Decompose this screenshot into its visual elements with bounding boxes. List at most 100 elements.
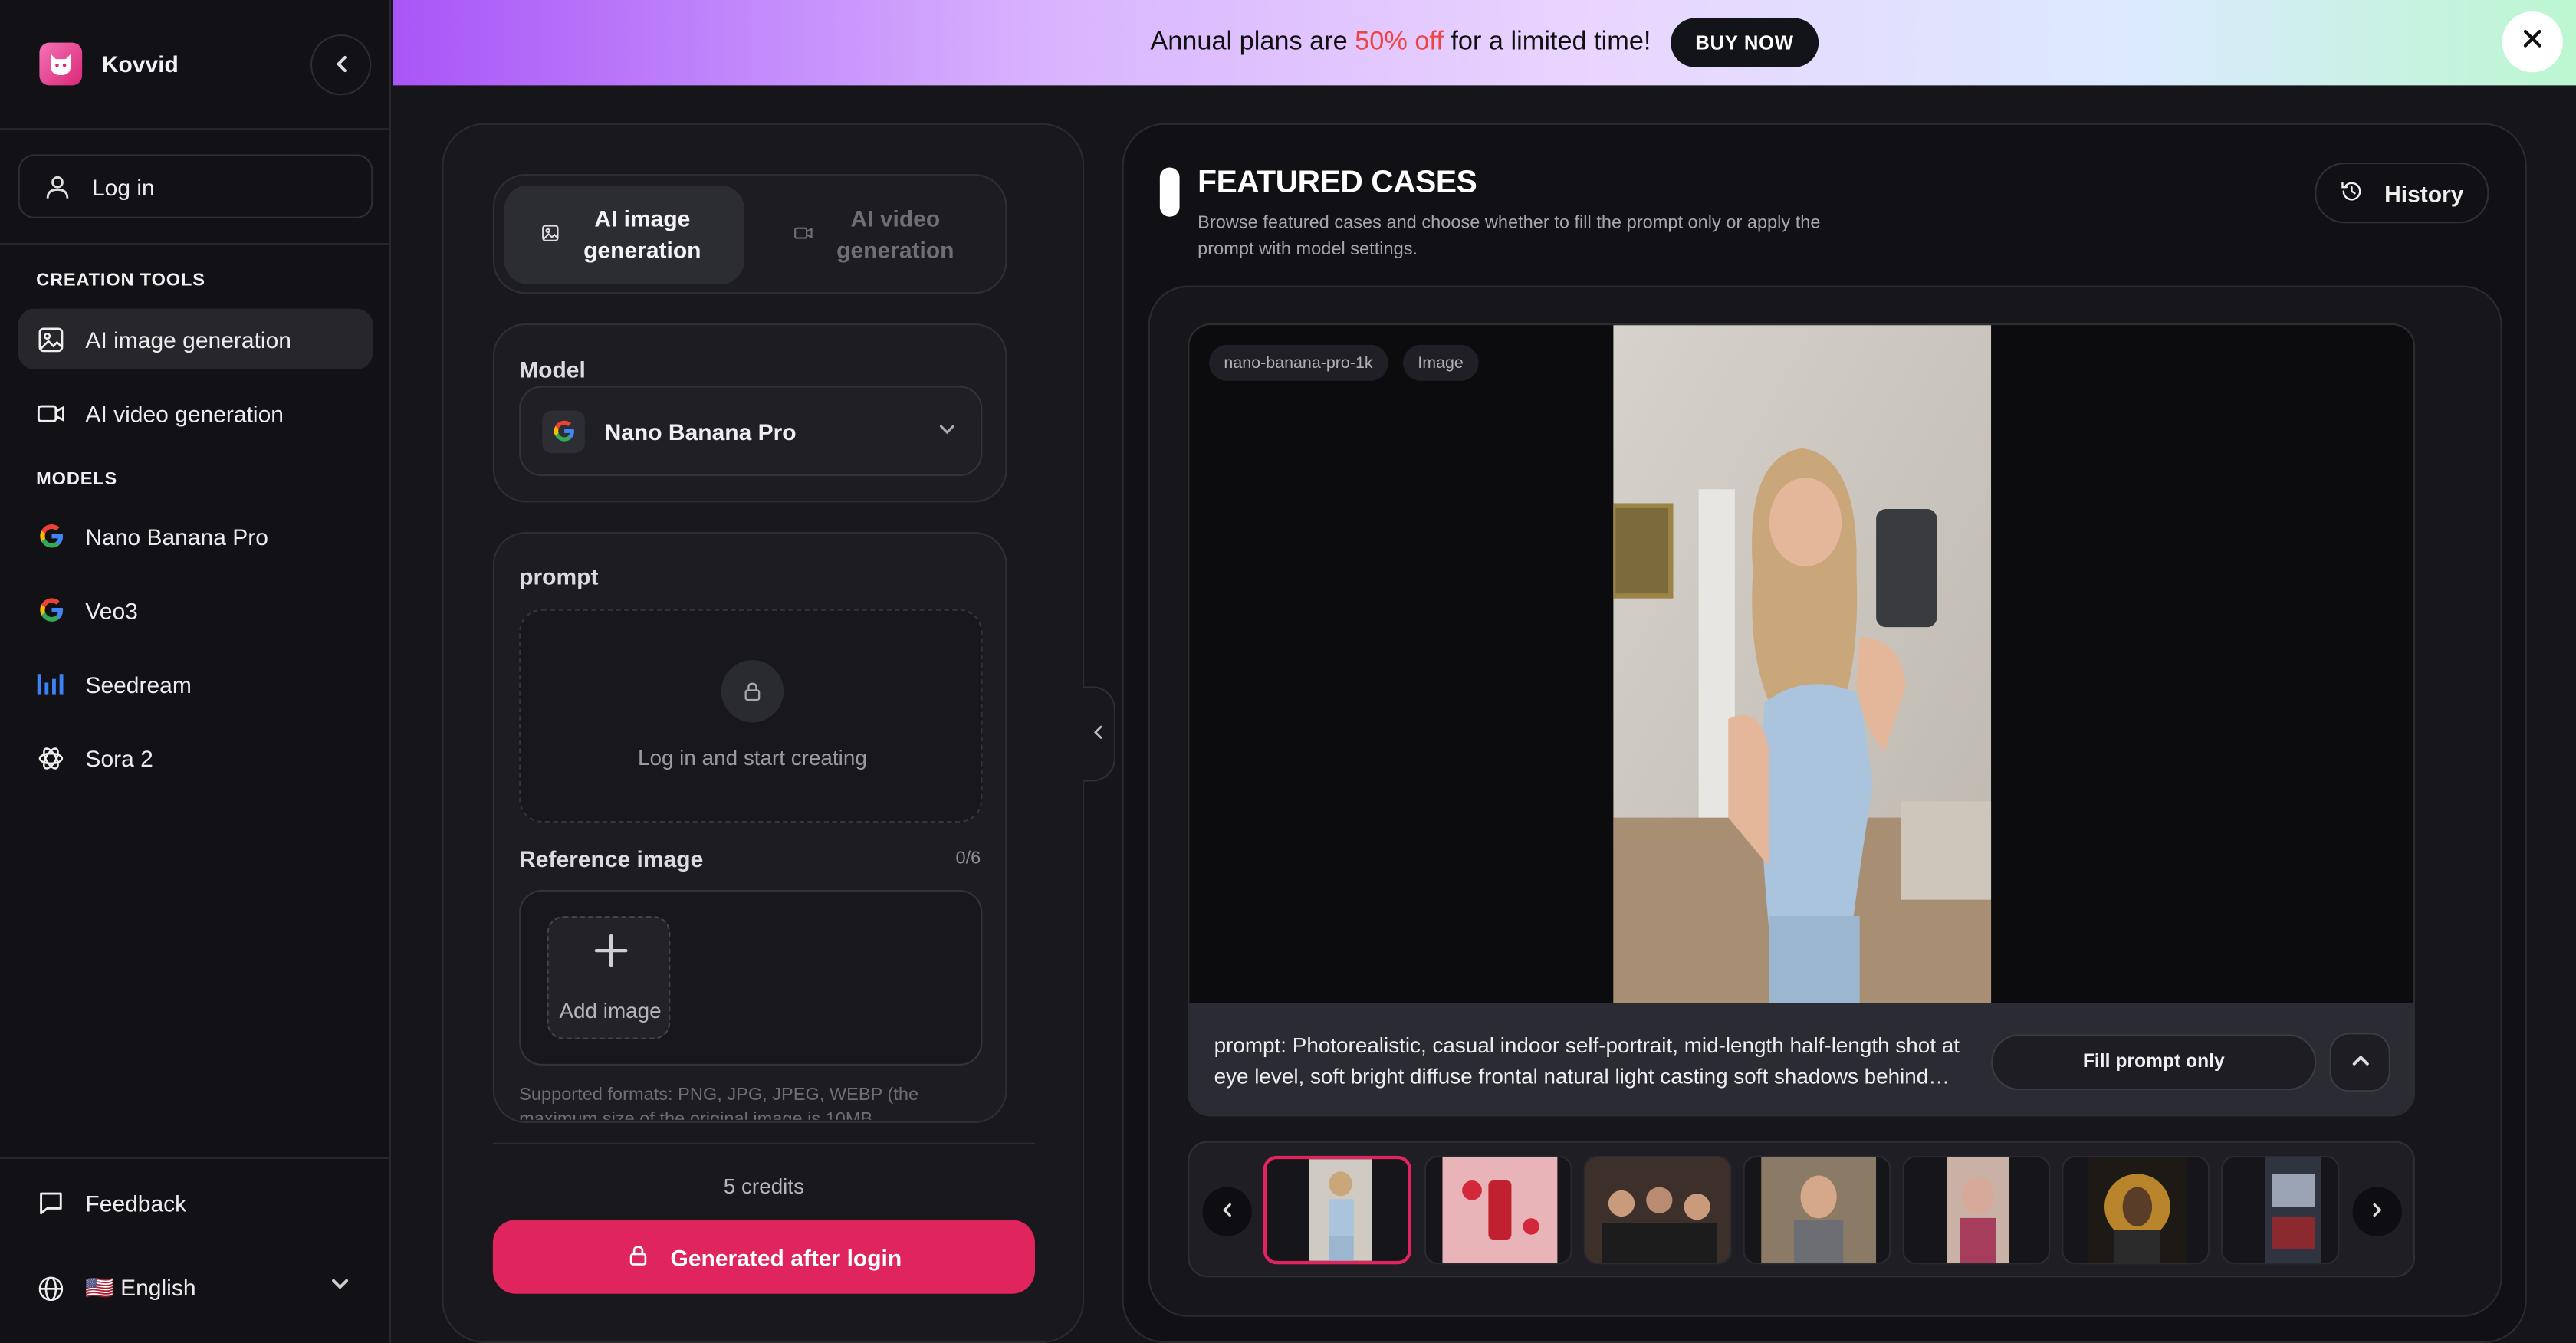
sidebar-item-label: Nano Banana Pro — [85, 523, 268, 550]
chevron-up-icon — [2350, 1050, 2370, 1075]
banner-text-after: for a limited time! — [1443, 28, 1651, 56]
model-value: Nano Banana Pro — [604, 418, 797, 445]
brand[interactable]: Kovvid — [39, 42, 179, 86]
sidebar: Kovvid Log in CREATION TOOLS AI image ge… — [0, 0, 391, 1343]
chevron-left-icon — [1091, 723, 1106, 744]
thumbnail[interactable] — [1902, 1155, 2051, 1265]
plus-icon — [549, 928, 672, 980]
chevron-down-icon[interactable] — [330, 1274, 350, 1299]
seedream-icon — [36, 669, 66, 699]
featured-title: FEATURED CASES — [1198, 166, 1477, 201]
add-image-label: Add image — [559, 998, 662, 1023]
thumbnail[interactable] — [1583, 1155, 1732, 1265]
chevron-left-icon — [1219, 1201, 1235, 1223]
tab-label: AI video generation — [836, 205, 955, 263]
feedback-button[interactable]: Feedback — [18, 1172, 373, 1233]
prompt-hint: Log in and start creating — [637, 745, 867, 770]
chevron-left-icon — [331, 51, 351, 77]
sidebar-item-veo3[interactable]: Veo3 — [18, 580, 373, 640]
divider — [0, 1157, 391, 1160]
login-button[interactable]: Log in — [18, 154, 373, 218]
banner-text: Annual plans are 50% off for a limited t… — [1150, 28, 1651, 57]
case-image[interactable] — [1613, 325, 1992, 1003]
thumbnail[interactable] — [1263, 1155, 1411, 1265]
thumbnail[interactable] — [2062, 1155, 2210, 1265]
chevron-down-icon — [938, 419, 957, 442]
generate-button[interactable]: Generated after login — [492, 1220, 1035, 1294]
sidebar-item-nano-banana-pro[interactable]: Nano Banana Pro — [18, 506, 373, 566]
thumbnail[interactable] — [1424, 1155, 1572, 1265]
featured-description: Browse featured cases and choose whether… — [1198, 213, 1821, 260]
cat-logo-icon — [39, 42, 83, 86]
google-icon — [36, 595, 66, 625]
divider — [0, 128, 391, 130]
tab-label: AI image generation — [583, 205, 702, 263]
carousel-prev-button[interactable] — [1202, 1187, 1252, 1236]
collapse-sidebar-button[interactable] — [310, 34, 372, 96]
history-icon — [2340, 178, 2364, 208]
lock-icon — [721, 660, 784, 723]
carousel-next-button[interactable] — [2352, 1187, 2402, 1236]
lock-icon — [626, 1242, 651, 1272]
user-icon — [43, 172, 73, 202]
supported-formats: Supported formats: PNG, JPG, JPEG, WEBP … — [519, 1085, 919, 1120]
sidebar-item-label: AI video generation — [85, 399, 284, 426]
type-chip: Image — [1403, 344, 1479, 381]
promo-banner: Annual plans are 50% off for a limited t… — [393, 0, 2576, 86]
generate-label: Generated after login — [670, 1243, 902, 1270]
sidebar-item-label: Sora 2 — [85, 744, 153, 771]
case-preview: nano-banana-pro-1k Image prompt: Photore… — [1188, 323, 2415, 1117]
language-selector[interactable]: 🇺🇸 English — [18, 1258, 373, 1318]
app-name: Kovvid — [101, 51, 179, 77]
add-image-button[interactable]: Add image — [547, 916, 671, 1039]
expand-button[interactable] — [2329, 1033, 2390, 1092]
banner-text-before: Annual plans are — [1150, 28, 1355, 56]
sidebar-item-label: Veo3 — [85, 596, 138, 623]
tab-ai-video-generation[interactable]: AI video generation — [757, 186, 997, 284]
prompt-label: prompt — [519, 563, 599, 589]
generation-tabs: AI image generation AI video generation — [492, 174, 1007, 294]
generator-panel: AI image generation AI video generation … — [442, 123, 1085, 1343]
model-label: Model — [519, 356, 586, 383]
credits-text: 5 credits — [723, 1174, 805, 1199]
chevron-right-icon — [2369, 1201, 2385, 1223]
globe-icon — [36, 1273, 66, 1303]
chat-bubble-icon — [36, 1188, 66, 1218]
title-accent — [1159, 167, 1180, 217]
divider — [0, 242, 391, 245]
sidebar-item-seedream[interactable]: Seedream — [18, 653, 373, 714]
history-label: History — [2384, 179, 2464, 206]
video-icon — [794, 219, 813, 251]
history-button[interactable]: History — [2315, 163, 2489, 224]
video-icon — [36, 398, 66, 428]
case-prompt-bar: prompt: Photorealistic, casual indoor se… — [1189, 1003, 2413, 1115]
sidebar-item-ai-image-generation[interactable]: AI image generation — [18, 308, 373, 369]
login-label: Log in — [92, 172, 155, 200]
thumbnail[interactable] — [1743, 1155, 1891, 1265]
thumbnail[interactable] — [2221, 1155, 2340, 1265]
buy-now-button[interactable]: BUY NOW — [1671, 18, 1819, 67]
divider — [492, 1142, 1035, 1144]
close-banner-button[interactable] — [2502, 11, 2563, 73]
feedback-label: Feedback — [85, 1189, 187, 1217]
sidebar-item-label: AI image generation — [85, 326, 291, 353]
prompt-card: prompt Log in and start creating Referen… — [492, 531, 1007, 1123]
model-select[interactable]: Nano Banana Pro — [519, 386, 983, 477]
collapse-panel-button[interactable] — [1083, 686, 1116, 782]
showcase-card: nano-banana-pro-1k Image prompt: Photore… — [1148, 285, 2502, 1317]
close-icon — [2522, 27, 2543, 57]
thumbnail-carousel — [1188, 1141, 2415, 1278]
google-icon — [36, 521, 66, 551]
reference-image-area: Add image — [519, 889, 983, 1066]
model-chip: nano-banana-pro-1k — [1209, 344, 1388, 381]
case-prompt-text: prompt: Photorealistic, casual indoor se… — [1214, 1033, 1960, 1089]
fill-prompt-only-button[interactable]: Fill prompt only — [1991, 1034, 2317, 1091]
google-icon — [542, 409, 585, 453]
openai-icon — [36, 743, 66, 773]
prompt-input[interactable]: Log in and start creating — [519, 609, 983, 823]
sidebar-item-ai-video-generation[interactable]: AI video generation — [18, 383, 373, 443]
tab-ai-image-generation[interactable]: AI image generation — [504, 186, 744, 284]
language-label: 🇺🇸 English — [85, 1274, 196, 1301]
sidebar-item-sora-2[interactable]: Sora 2 — [18, 727, 373, 788]
featured-panel: FEATURED CASES Browse featured cases and… — [1122, 123, 2527, 1343]
